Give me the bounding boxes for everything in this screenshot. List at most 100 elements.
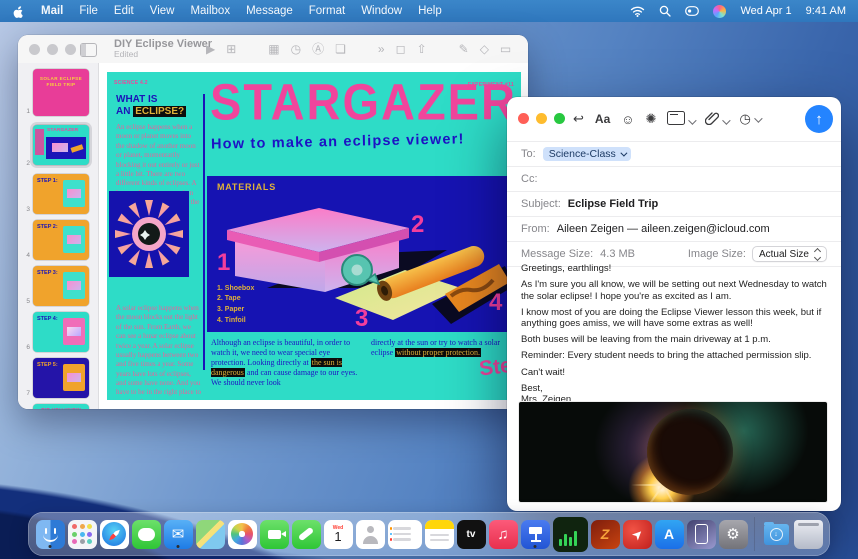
subject-field[interactable]: Subject: Eclipse Field Trip	[507, 191, 841, 216]
dock-stocks-icon[interactable]	[553, 517, 588, 552]
slide-heading: WHAT IS AN ECLIPSE?	[116, 94, 200, 117]
sidebar-toggle-icon[interactable]	[80, 43, 97, 57]
header-fields-button[interactable]	[667, 111, 694, 128]
minimize-button[interactable]	[47, 44, 58, 55]
image-size-select[interactable]: Actual Size	[752, 246, 827, 262]
insert-icon[interactable]: ⊞	[226, 42, 236, 56]
chevron-down-icon	[620, 149, 627, 156]
cc-field[interactable]: Cc:	[507, 166, 841, 191]
dock-system-settings-icon[interactable]: ⚙	[719, 520, 748, 549]
dock-tv-icon[interactable]: tv	[457, 520, 486, 549]
menu-item-format[interactable]: Format	[309, 5, 345, 17]
from-field[interactable]: From: Aileen Zeigen — aileen.zeigen@iclo…	[507, 216, 841, 241]
share-icon[interactable]: ⇧	[417, 42, 427, 56]
format-icon[interactable]: Aa	[595, 112, 610, 126]
table-icon[interactable]: ▦	[268, 42, 279, 56]
chart-icon[interactable]: ◷	[291, 42, 301, 56]
slide-thumbnail-4[interactable]: STEP 2:	[33, 220, 89, 260]
menu-item-mail[interactable]: Mail	[41, 5, 63, 17]
subject-value[interactable]: Eclipse Field Trip	[568, 198, 658, 210]
keynote-window[interactable]: DIY Eclipse Viewer Edited ▶ ⊞ ▦ ◷ Ⓐ ❏ » …	[18, 35, 528, 409]
control-center-icon[interactable]	[685, 6, 699, 16]
textbox-icon[interactable]: Ⓐ	[312, 40, 324, 57]
menu-item-mailbox[interactable]: Mailbox	[190, 5, 230, 17]
menu-item-file[interactable]: File	[79, 5, 98, 17]
select-arrows-icon	[815, 249, 820, 260]
play-icon[interactable]: ▶	[206, 42, 215, 56]
wifi-icon[interactable]	[630, 6, 645, 17]
dock-facetime-icon[interactable]	[260, 520, 289, 549]
from-value[interactable]: Aileen Zeigen — aileen.zeigen@icloud.com	[557, 223, 770, 235]
message-body[interactable]: Greetings, earthlings! As I'm sure you a…	[521, 263, 827, 410]
dock-keynote-icon[interactable]	[521, 520, 550, 549]
mail-compose-window[interactable]: ↩ Aa ☺ ✺ ◷ ↑ To: Science-Class Cc: Sub	[507, 97, 841, 511]
header-fields-icon	[667, 111, 685, 125]
writing-tools-icon[interactable]: ✺	[646, 111, 657, 127]
dock-launchpad-icon[interactable]	[68, 520, 97, 549]
more-icon[interactable]: »	[378, 42, 385, 56]
slide-thumbnail-7[interactable]: STEP 5:	[33, 358, 89, 398]
menu-item-view[interactable]: View	[150, 5, 175, 17]
mail-title-bar[interactable]: ↩ Aa ☺ ✺ ◷ ↑	[507, 97, 841, 141]
menu-bar-date[interactable]: Wed Apr 1	[740, 5, 791, 17]
menu-item-window[interactable]: Window	[361, 5, 402, 17]
dock-notes-icon[interactable]	[425, 520, 454, 549]
send-later-button[interactable]: ◷	[739, 111, 759, 127]
slide-thumbnail-8[interactable]: DID YOU KNOW	[33, 404, 89, 409]
dock-trash-icon[interactable]	[794, 520, 823, 549]
slide-thumbnail-1[interactable]: SOLAR ECLIPSE FIELD TRIP	[33, 69, 89, 116]
dock-phone-icon[interactable]	[292, 520, 321, 549]
slide-thumbnail-2-selected[interactable]: STARGAZER	[33, 125, 89, 165]
attach-button[interactable]	[705, 111, 728, 128]
dock-app-store-icon[interactable]: A	[655, 520, 684, 549]
minimize-button[interactable]	[536, 113, 547, 124]
dock-calendar-icon[interactable]: Wed1	[324, 520, 353, 549]
dock-contacts-icon[interactable]	[356, 520, 385, 549]
dock-maps-icon[interactable]	[196, 520, 225, 549]
dock-music-icon[interactable]: ♫	[489, 520, 518, 549]
emoji-icon[interactable]: ☺	[621, 112, 634, 127]
sun-illustration	[109, 191, 189, 277]
poster-subtitle: How to make an eclipse viewer!	[211, 131, 465, 152]
undo-icon[interactable]: ↩	[573, 111, 584, 127]
keynote-title-bar[interactable]: DIY Eclipse Viewer Edited ▶ ⊞ ▦ ◷ Ⓐ ❏ » …	[18, 35, 528, 64]
menu-item-message[interactable]: Message	[246, 5, 293, 17]
menu-item-edit[interactable]: Edit	[114, 5, 134, 17]
running-indicator	[177, 545, 180, 548]
shape-icon[interactable]: ❏	[335, 42, 346, 56]
dock-messages-icon[interactable]	[132, 520, 161, 549]
slide-canvas[interactable]: SCIENCE 4.2 EXPERIMENT #11 WHAT IS AN EC…	[107, 72, 521, 400]
slide-thumbnail-3[interactable]: STEP 1:	[33, 174, 89, 214]
close-button[interactable]	[29, 44, 40, 55]
dock-finder-icon[interactable]	[36, 520, 65, 549]
materials-panel: 1 2 3 4 MATERIALS 1. Shoebox 2. Tape 3. …	[207, 176, 514, 332]
chevron-down-icon	[723, 116, 731, 124]
zoom-button[interactable]	[65, 44, 76, 55]
to-recipient-token[interactable]: Science-Class	[543, 147, 631, 161]
siri-icon[interactable]	[713, 5, 726, 18]
dock-safari-icon[interactable]	[100, 520, 129, 549]
body-paragraph: Can't wait!	[521, 367, 827, 379]
slide-thumbnail-6[interactable]: STEP 4:	[33, 312, 89, 352]
document-icon[interactable]: ▭	[500, 42, 511, 56]
eclipse-photo-attachment[interactable]	[519, 402, 827, 502]
comment-icon[interactable]: ◻	[396, 42, 406, 56]
send-button[interactable]: ↑	[805, 105, 833, 133]
dock-rocket-app-icon[interactable]: ➤	[623, 520, 652, 549]
apple-menu-icon[interactable]	[12, 4, 25, 18]
dock-downloads-icon[interactable]: ↓	[762, 520, 791, 549]
dock-reminders-icon[interactable]	[388, 520, 422, 549]
zoom-button[interactable]	[554, 113, 565, 124]
animate-icon[interactable]: ◇	[480, 42, 489, 56]
close-button[interactable]	[518, 113, 529, 124]
running-indicator	[534, 545, 537, 548]
dock-mail-icon[interactable]: ✉	[164, 520, 193, 549]
to-field[interactable]: To: Science-Class	[507, 141, 841, 166]
menu-item-help[interactable]: Help	[418, 5, 442, 17]
slide-thumbnail-5[interactable]: STEP 3:	[33, 266, 89, 306]
search-icon[interactable]	[659, 5, 671, 17]
format-icon[interactable]: ✎	[459, 42, 469, 56]
dock-z-app-icon[interactable]: Z	[591, 520, 620, 549]
dock-iphone-mirroring-icon[interactable]	[687, 520, 716, 549]
dock-photos-icon[interactable]	[228, 520, 257, 549]
